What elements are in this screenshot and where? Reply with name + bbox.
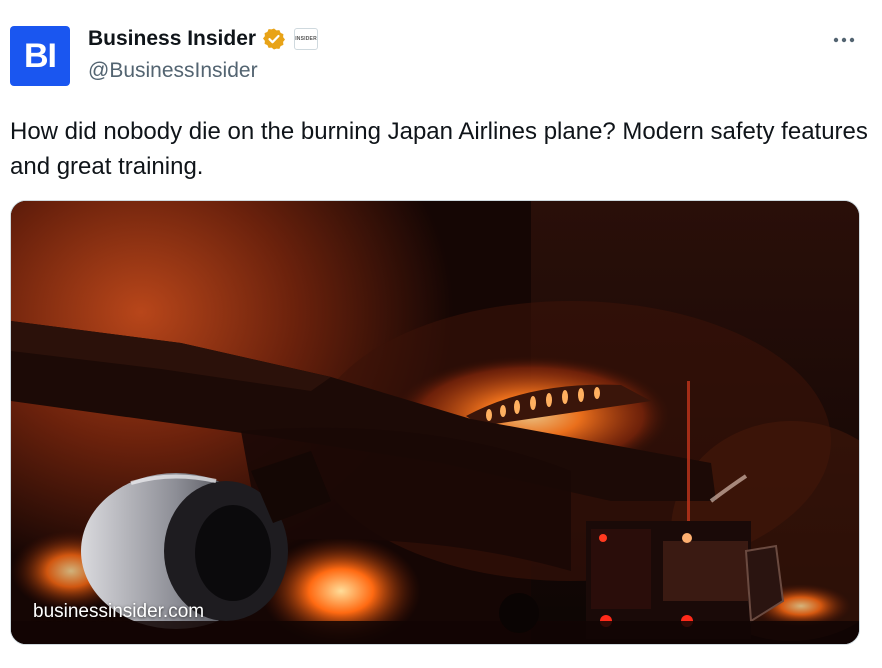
avatar-logo-text: BI	[24, 36, 57, 75]
affiliate-badge-text: INSIDER	[295, 36, 317, 42]
affiliate-badge-icon[interactable]: INSIDER	[294, 28, 319, 50]
burning-plane-photo	[11, 201, 859, 644]
tweet-text: How did nobody die on the burning Japan …	[10, 118, 868, 180]
author-handle[interactable]: @BusinessInsider	[88, 59, 258, 83]
more-options-button[interactable]	[830, 28, 858, 52]
author-name-row: Business Insider INSIDER	[88, 27, 319, 51]
tweet-media-photo[interactable]: businessinsider.com	[10, 200, 860, 645]
avatar[interactable]: BI	[10, 26, 70, 86]
verified-badge-icon	[263, 28, 286, 50]
media-source-caption[interactable]: businessinsider.com	[33, 601, 204, 623]
more-dots-icon	[833, 37, 855, 43]
tweet-card: BI Business Insider INSIDER @BusinessIns…	[0, 0, 882, 668]
author-display-name[interactable]: Business Insider	[88, 27, 256, 51]
